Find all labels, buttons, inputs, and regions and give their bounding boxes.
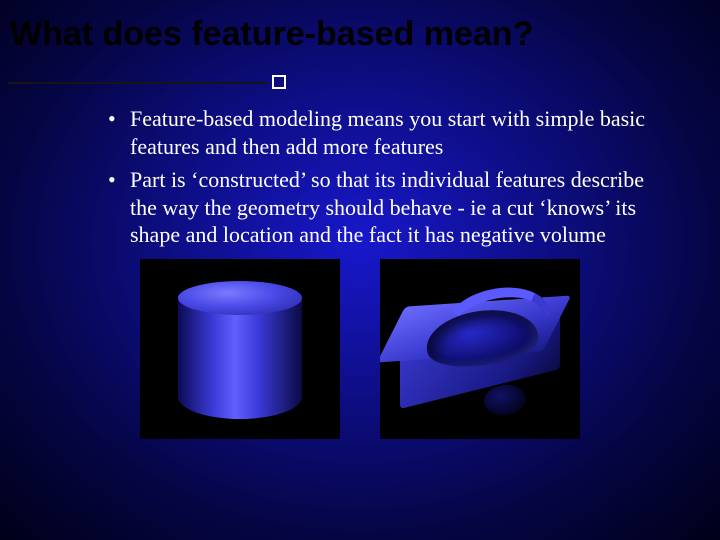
bullet-text: Feature-based modeling means you start w… [130, 106, 645, 159]
cylinder-top-icon [178, 281, 302, 315]
bullet-list: Feature-based modeling means you start w… [0, 101, 720, 249]
slide-title: What does feature-based mean? [0, 0, 720, 53]
images-row [0, 259, 720, 439]
hole-cut-icon [483, 383, 528, 417]
divider-line [8, 82, 268, 84]
bullet-text: Part is ‘constructed’ so that its indivi… [130, 167, 644, 247]
cylinder-render [140, 259, 340, 439]
title-divider [0, 71, 720, 101]
list-item: Part is ‘constructed’ so that its indivi… [108, 166, 666, 249]
machined-part-render [380, 259, 580, 439]
divider-square-icon [272, 75, 286, 89]
list-item: Feature-based modeling means you start w… [108, 105, 666, 160]
